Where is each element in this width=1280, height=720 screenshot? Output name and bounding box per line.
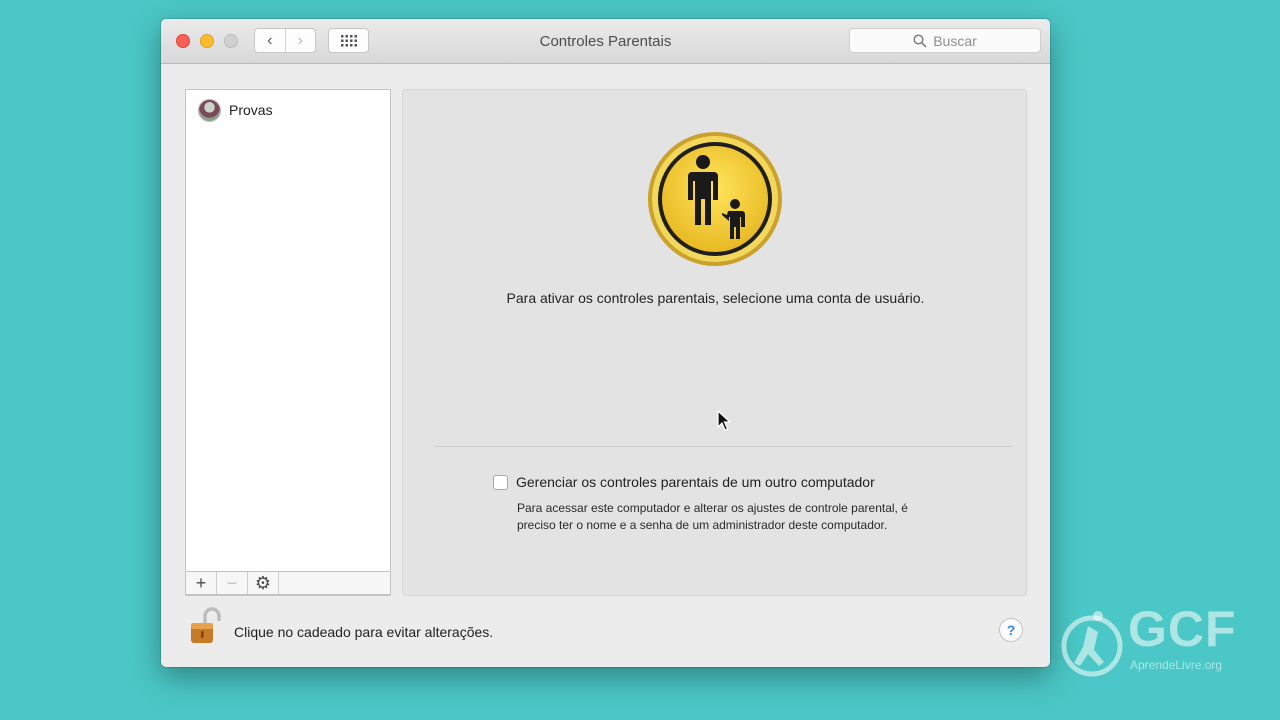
minus-icon: −: [226, 572, 238, 593]
help-icon: ?: [1006, 622, 1016, 638]
user-list-item[interactable]: Provas: [198, 98, 273, 122]
lock-message: Clique no cadeado para evitar alterações…: [234, 624, 494, 640]
help-button[interactable]: ?: [999, 618, 1023, 642]
remote-management-description: Para acessar este computador e alterar o…: [517, 501, 908, 532]
watermark-subtitle: AprendeLivre.org: [1130, 658, 1223, 672]
user-list-toolbar: + − ⚙: [185, 571, 391, 595]
main-panel: Para ativar os controles parentais, sele…: [402, 89, 1027, 596]
remote-management-option[interactable]: Gerenciar os controles parentais de um o…: [493, 474, 875, 490]
divider: [434, 446, 1012, 447]
remove-user-button[interactable]: −: [217, 572, 248, 594]
remote-management-checkbox[interactable]: [493, 474, 508, 490]
mouse-cursor-icon: [717, 410, 731, 431]
title-bar: ‹ › Controles Parentais Buscar: [161, 19, 1050, 64]
parental-controls-icon: [648, 132, 782, 266]
user-list: Provas: [185, 89, 391, 596]
lock-icon[interactable]: [185, 606, 225, 646]
system-preferences-window: ‹ › Controles Parentais Buscar Provas + …: [161, 19, 1050, 667]
search-icon: [913, 33, 927, 48]
search-field[interactable]: Buscar: [849, 28, 1041, 53]
search-placeholder: Buscar: [933, 32, 977, 49]
add-user-button[interactable]: +: [186, 572, 217, 594]
action-menu-button[interactable]: ⚙: [248, 572, 279, 594]
avatar: [198, 98, 221, 122]
plus-icon: +: [195, 572, 207, 593]
instruction-text: Para ativar os controles parentais, sele…: [506, 290, 925, 306]
gcf-watermark: GCF AprendeLivre.org: [1058, 602, 1258, 684]
watermark-brand: GCF: [1128, 601, 1237, 657]
gcf-logo-icon: [1061, 611, 1123, 677]
remote-management-label[interactable]: Gerenciar os controles parentais de um o…: [516, 474, 875, 490]
gear-icon: ⚙: [254, 572, 272, 593]
user-name: Provas: [229, 102, 273, 118]
